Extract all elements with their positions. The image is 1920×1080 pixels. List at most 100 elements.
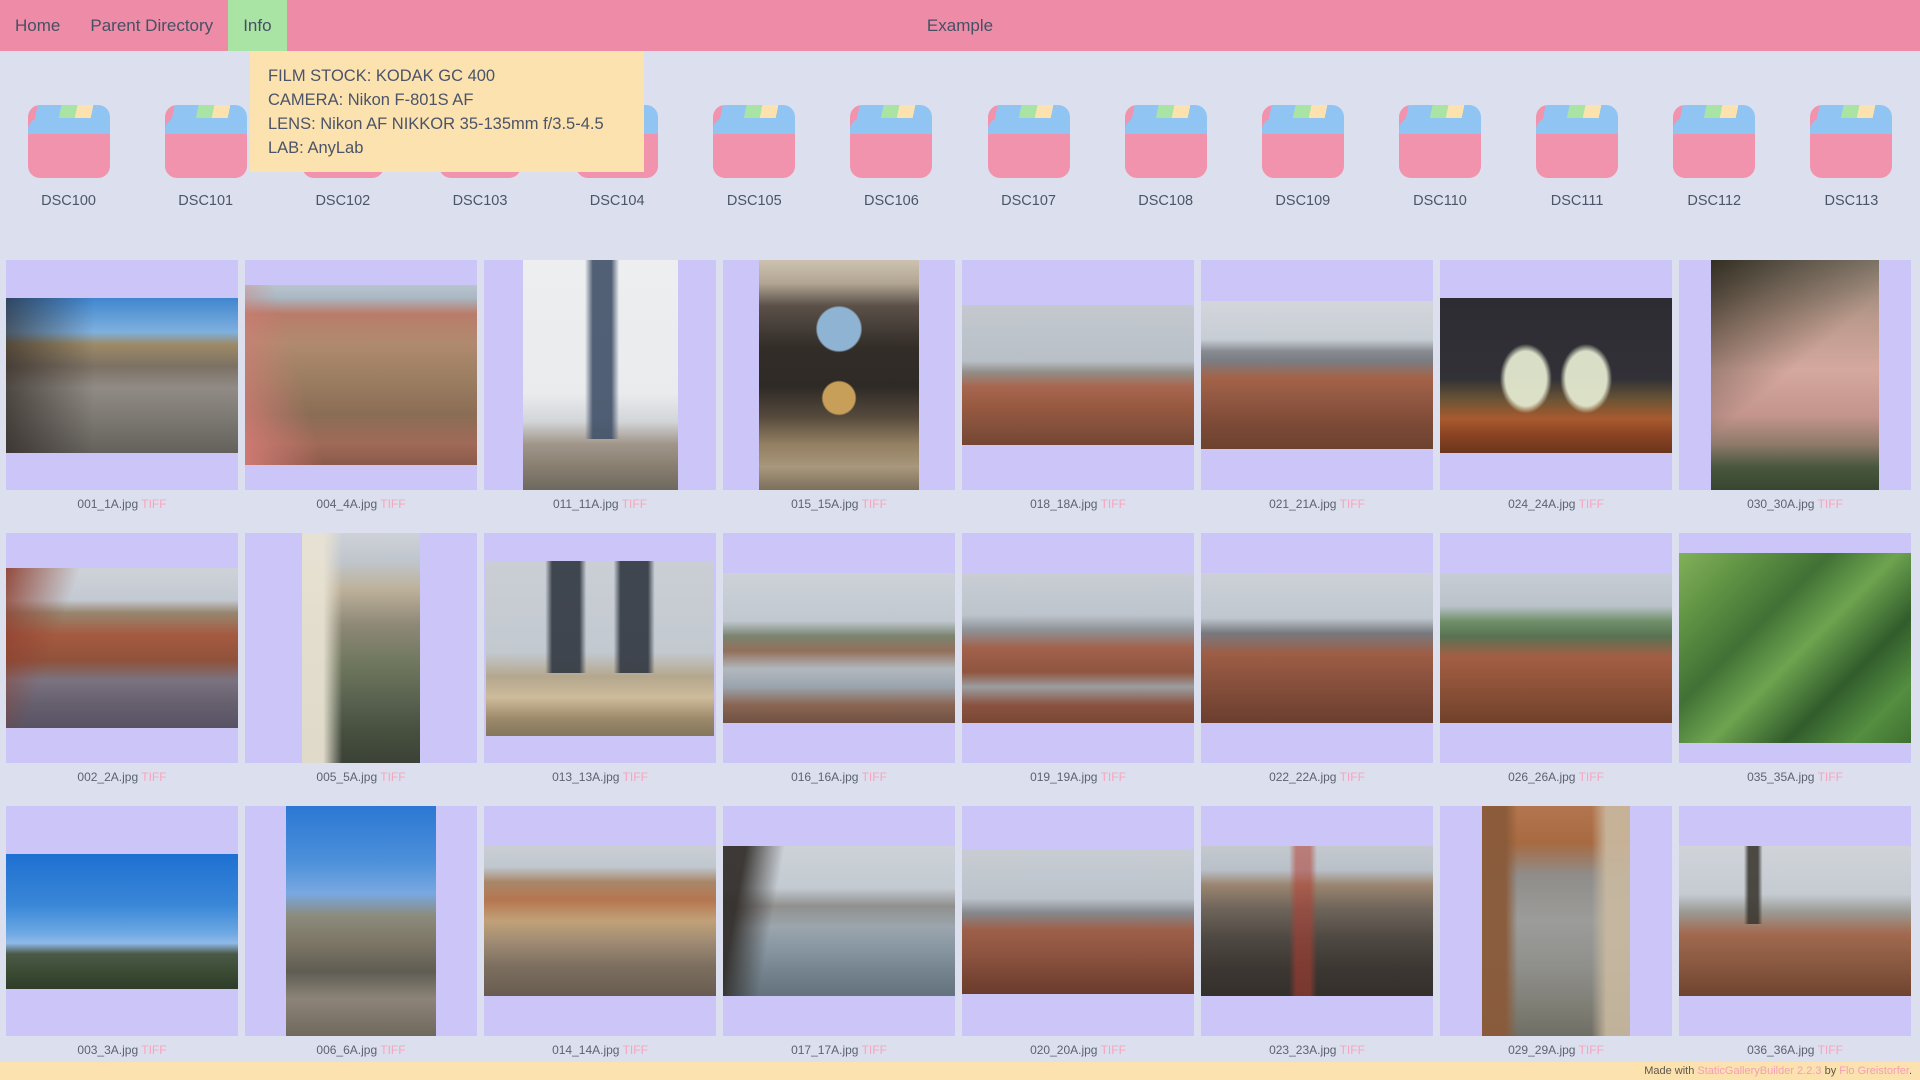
- photo-thumbnail[interactable]: [6, 568, 238, 728]
- tiff-badge-link[interactable]: TIFF: [1340, 770, 1365, 784]
- folder-icon[interactable]: [1536, 105, 1619, 178]
- folder-item-dsc100[interactable]: DSC100: [0, 105, 137, 211]
- photo-cell[interactable]: [1440, 260, 1672, 490]
- folder-icon[interactable]: [1810, 105, 1893, 178]
- tiff-badge-link[interactable]: TIFF: [1818, 770, 1843, 784]
- folder-item-dsc112[interactable]: DSC112: [1646, 105, 1783, 211]
- tiff-badge-link[interactable]: TIFF: [1579, 1043, 1604, 1057]
- gallery-item: 030_30A.jpg TIFF: [1679, 260, 1911, 512]
- tiff-badge-link[interactable]: TIFF: [1340, 497, 1365, 511]
- folder-icon[interactable]: [713, 105, 796, 178]
- folder-icon[interactable]: [1124, 105, 1207, 178]
- photo-cell[interactable]: [245, 806, 477, 1036]
- folder-item-dsc108[interactable]: DSC108: [1097, 105, 1234, 211]
- tiff-badge-link[interactable]: TIFF: [862, 1043, 887, 1057]
- folder-icon[interactable]: [850, 105, 933, 178]
- photo-cell[interactable]: [1201, 533, 1433, 763]
- tiff-badge-link[interactable]: TIFF: [1579, 497, 1604, 511]
- photo-thumbnail[interactable]: [1440, 573, 1672, 723]
- footer-builder-link[interactable]: StaticGalleryBuilder 2.2.3: [1697, 1065, 1821, 1077]
- photo-thumbnail[interactable]: [1711, 260, 1879, 490]
- tiff-badge-link[interactable]: TIFF: [623, 770, 648, 784]
- nav-item-info[interactable]: Info: [228, 0, 287, 51]
- folder-item-dsc105[interactable]: DSC105: [686, 105, 823, 211]
- photo-thumbnail[interactable]: [522, 260, 678, 490]
- tiff-badge-link[interactable]: TIFF: [380, 497, 405, 511]
- photo-cell[interactable]: [1440, 533, 1672, 763]
- photo-thumbnail[interactable]: [286, 806, 436, 1036]
- folder-icon[interactable]: [1398, 105, 1481, 178]
- photo-cell[interactable]: [484, 260, 716, 490]
- photo-cell[interactable]: [723, 533, 955, 763]
- photo-thumbnail[interactable]: [245, 285, 477, 465]
- folder-icon[interactable]: [164, 105, 247, 178]
- tiff-badge-link[interactable]: TIFF: [141, 497, 166, 511]
- folder-item-dsc110[interactable]: DSC110: [1371, 105, 1508, 211]
- folder-icon[interactable]: [1261, 105, 1344, 178]
- photo-cell[interactable]: [245, 533, 477, 763]
- tiff-badge-link[interactable]: TIFF: [862, 770, 887, 784]
- tiff-badge-link[interactable]: TIFF: [862, 497, 887, 511]
- photo-cell[interactable]: [6, 260, 238, 490]
- photo-thumbnail[interactable]: [486, 560, 714, 736]
- tiff-badge-link[interactable]: TIFF: [1818, 1043, 1843, 1057]
- photo-cell[interactable]: [723, 806, 955, 1036]
- photo-cell[interactable]: [1679, 533, 1911, 763]
- photo-cell[interactable]: [1679, 260, 1911, 490]
- tiff-badge-link[interactable]: TIFF: [1101, 770, 1126, 784]
- photo-thumbnail[interactable]: [484, 846, 716, 996]
- photo-cell[interactable]: [1201, 260, 1433, 490]
- photo-cell[interactable]: [1201, 806, 1433, 1036]
- folder-item-dsc109[interactable]: DSC109: [1234, 105, 1371, 211]
- photo-thumbnail[interactable]: [1482, 806, 1630, 1036]
- folder-icon[interactable]: [1673, 105, 1756, 178]
- photo-cell[interactable]: [484, 533, 716, 763]
- folder-item-dsc106[interactable]: DSC106: [823, 105, 960, 211]
- tiff-badge-link[interactable]: TIFF: [1340, 1043, 1365, 1057]
- photo-cell[interactable]: [484, 806, 716, 1036]
- photo-thumbnail[interactable]: [6, 297, 238, 453]
- tiff-badge-link[interactable]: TIFF: [1818, 497, 1843, 511]
- photo-thumbnail[interactable]: [962, 305, 1194, 445]
- photo-thumbnail[interactable]: [6, 853, 238, 989]
- tiff-badge-link[interactable]: TIFF: [1101, 497, 1126, 511]
- photo-thumbnail[interactable]: [962, 573, 1194, 723]
- photo-thumbnail[interactable]: [1440, 297, 1672, 453]
- photo-cell[interactable]: [6, 533, 238, 763]
- photo-cell[interactable]: [245, 260, 477, 490]
- tiff-badge-link[interactable]: TIFF: [1101, 1043, 1126, 1057]
- photo-thumbnail[interactable]: [302, 533, 420, 763]
- photo-thumbnail[interactable]: [1679, 553, 1911, 743]
- tiff-badge-link[interactable]: TIFF: [141, 770, 166, 784]
- tiff-badge-link[interactable]: TIFF: [141, 1043, 166, 1057]
- photo-cell[interactable]: [962, 260, 1194, 490]
- folder-item-dsc111[interactable]: DSC111: [1509, 105, 1646, 211]
- photo-cell[interactable]: [1679, 806, 1911, 1036]
- nav-item-parent-directory[interactable]: Parent Directory: [75, 0, 228, 51]
- folder-item-dsc107[interactable]: DSC107: [960, 105, 1097, 211]
- photo-cell[interactable]: [723, 260, 955, 490]
- photo-cell[interactable]: [6, 806, 238, 1036]
- folder-item-dsc113[interactable]: DSC113: [1783, 105, 1920, 211]
- photo-thumbnail[interactable]: [1201, 573, 1433, 723]
- photo-cell[interactable]: [962, 806, 1194, 1036]
- footer-author-link[interactable]: Flo Greistorfer: [1839, 1065, 1909, 1077]
- tiff-badge-link[interactable]: TIFF: [622, 497, 647, 511]
- photo-thumbnail[interactable]: [1201, 301, 1433, 449]
- photo-thumbnail[interactable]: [723, 846, 955, 996]
- nav-item-home[interactable]: Home: [0, 0, 75, 51]
- photo-thumbnail[interactable]: [759, 260, 919, 490]
- folder-icon[interactable]: [27, 105, 110, 178]
- photo-thumbnail[interactable]: [1679, 846, 1911, 996]
- photo-thumbnail[interactable]: [723, 573, 955, 723]
- photo-thumbnail[interactable]: [1201, 846, 1433, 996]
- tiff-badge-link[interactable]: TIFF: [380, 1043, 405, 1057]
- folder-icon[interactable]: [987, 105, 1070, 178]
- gallery-item: 016_16A.jpg TIFF: [723, 533, 955, 785]
- photo-thumbnail[interactable]: [962, 848, 1194, 994]
- tiff-badge-link[interactable]: TIFF: [1579, 770, 1604, 784]
- tiff-badge-link[interactable]: TIFF: [380, 770, 405, 784]
- photo-cell[interactable]: [962, 533, 1194, 763]
- tiff-badge-link[interactable]: TIFF: [623, 1043, 648, 1057]
- photo-cell[interactable]: [1440, 806, 1672, 1036]
